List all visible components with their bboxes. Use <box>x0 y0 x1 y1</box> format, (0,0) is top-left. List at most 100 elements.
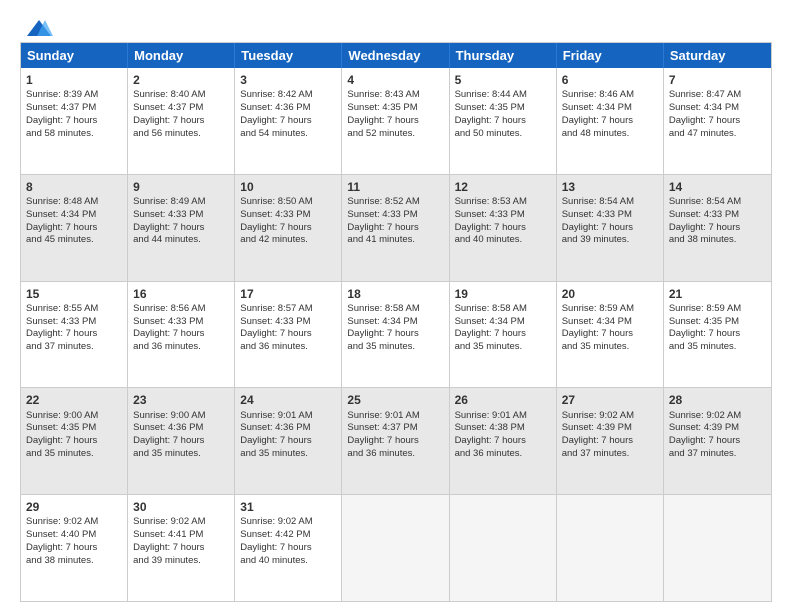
day-number: 21 <box>669 286 766 302</box>
day-info-line: Sunrise: 8:39 AM <box>26 89 122 102</box>
day-number: 6 <box>562 72 658 88</box>
day-info-line: Sunset: 4:34 PM <box>455 316 551 329</box>
day-info-line: Sunset: 4:34 PM <box>669 102 766 115</box>
day-info-line: Sunset: 4:41 PM <box>133 529 229 542</box>
day-info-line: and 39 minutes. <box>133 555 229 568</box>
day-number: 17 <box>240 286 336 302</box>
calendar-weekday-sunday: Sunday <box>21 43 128 68</box>
day-number: 26 <box>455 392 551 408</box>
day-info-line: Sunrise: 8:58 AM <box>455 303 551 316</box>
day-info-line: and 44 minutes. <box>133 234 229 247</box>
day-info-line: Sunset: 4:36 PM <box>240 422 336 435</box>
day-info-line: Sunset: 4:35 PM <box>26 422 122 435</box>
day-info-line: Daylight: 7 hours <box>133 542 229 555</box>
calendar-cell: 30Sunrise: 9:02 AMSunset: 4:41 PMDayligh… <box>128 495 235 601</box>
day-info-line: Daylight: 7 hours <box>562 222 658 235</box>
day-info-line: Sunset: 4:33 PM <box>562 209 658 222</box>
day-info-line: Sunset: 4:36 PM <box>133 422 229 435</box>
day-number: 11 <box>347 179 443 195</box>
day-info-line: Sunset: 4:33 PM <box>26 316 122 329</box>
day-info-line: Sunrise: 8:52 AM <box>347 196 443 209</box>
day-info-line: and 35 minutes. <box>240 448 336 461</box>
calendar-weekday-tuesday: Tuesday <box>235 43 342 68</box>
calendar-cell: 11Sunrise: 8:52 AMSunset: 4:33 PMDayligh… <box>342 175 449 281</box>
day-number: 4 <box>347 72 443 88</box>
day-info-line: Daylight: 7 hours <box>133 328 229 341</box>
day-number: 30 <box>133 499 229 515</box>
calendar-cell: 6Sunrise: 8:46 AMSunset: 4:34 PMDaylight… <box>557 68 664 174</box>
calendar-row-4: 22Sunrise: 9:00 AMSunset: 4:35 PMDayligh… <box>21 387 771 494</box>
day-info-line: Sunrise: 8:56 AM <box>133 303 229 316</box>
day-info-line: Sunrise: 9:01 AM <box>240 410 336 423</box>
day-info-line: Sunrise: 8:46 AM <box>562 89 658 102</box>
day-info-line: and 35 minutes. <box>26 448 122 461</box>
calendar-cell: 18Sunrise: 8:58 AMSunset: 4:34 PMDayligh… <box>342 282 449 388</box>
day-info-line: Sunrise: 8:53 AM <box>455 196 551 209</box>
day-info-line: Daylight: 7 hours <box>133 435 229 448</box>
day-info-line: Sunrise: 8:44 AM <box>455 89 551 102</box>
day-info-line: Sunrise: 8:47 AM <box>669 89 766 102</box>
day-info-line: Daylight: 7 hours <box>133 222 229 235</box>
calendar-weekday-wednesday: Wednesday <box>342 43 449 68</box>
calendar-weekday-saturday: Saturday <box>664 43 771 68</box>
calendar-cell <box>342 495 449 601</box>
day-info-line: Sunrise: 8:54 AM <box>562 196 658 209</box>
day-info-line: Sunrise: 8:48 AM <box>26 196 122 209</box>
day-info-line: Daylight: 7 hours <box>347 435 443 448</box>
calendar-cell: 3Sunrise: 8:42 AMSunset: 4:36 PMDaylight… <box>235 68 342 174</box>
day-info-line: Sunset: 4:35 PM <box>669 316 766 329</box>
day-info-line: Sunrise: 9:02 AM <box>669 410 766 423</box>
day-info-line: Sunrise: 8:49 AM <box>133 196 229 209</box>
day-info-line: Sunrise: 9:02 AM <box>240 516 336 529</box>
day-info-line: Sunset: 4:33 PM <box>133 209 229 222</box>
day-info-line: Daylight: 7 hours <box>669 328 766 341</box>
day-info-line: and 35 minutes. <box>133 448 229 461</box>
calendar-cell: 23Sunrise: 9:00 AMSunset: 4:36 PMDayligh… <box>128 388 235 494</box>
calendar-cell: 31Sunrise: 9:02 AMSunset: 4:42 PMDayligh… <box>235 495 342 601</box>
calendar: SundayMondayTuesdayWednesdayThursdayFrid… <box>20 42 772 602</box>
day-info-line: Sunrise: 8:50 AM <box>240 196 336 209</box>
day-info-line: Sunset: 4:38 PM <box>455 422 551 435</box>
calendar-cell: 7Sunrise: 8:47 AMSunset: 4:34 PMDaylight… <box>664 68 771 174</box>
day-info-line: and 52 minutes. <box>347 128 443 141</box>
day-number: 27 <box>562 392 658 408</box>
day-number: 31 <box>240 499 336 515</box>
day-info-line: and 40 minutes. <box>240 555 336 568</box>
logo <box>20 18 53 34</box>
day-number: 13 <box>562 179 658 195</box>
day-info-line: Daylight: 7 hours <box>347 328 443 341</box>
day-number: 14 <box>669 179 766 195</box>
day-info-line: and 42 minutes. <box>240 234 336 247</box>
day-info-line: Daylight: 7 hours <box>240 115 336 128</box>
day-info-line: Sunset: 4:35 PM <box>347 102 443 115</box>
calendar-cell: 9Sunrise: 8:49 AMSunset: 4:33 PMDaylight… <box>128 175 235 281</box>
day-number: 9 <box>133 179 229 195</box>
calendar-cell: 27Sunrise: 9:02 AMSunset: 4:39 PMDayligh… <box>557 388 664 494</box>
calendar-row-2: 8Sunrise: 8:48 AMSunset: 4:34 PMDaylight… <box>21 174 771 281</box>
day-number: 23 <box>133 392 229 408</box>
day-info-line: Daylight: 7 hours <box>347 115 443 128</box>
day-info-line: Sunrise: 8:59 AM <box>562 303 658 316</box>
day-info-line: Sunset: 4:33 PM <box>133 316 229 329</box>
day-info-line: and 37 minutes. <box>26 341 122 354</box>
day-info-line: Daylight: 7 hours <box>347 222 443 235</box>
header <box>20 18 772 34</box>
day-info-line: Daylight: 7 hours <box>669 115 766 128</box>
day-info-line: Sunset: 4:37 PM <box>347 422 443 435</box>
day-number: 25 <box>347 392 443 408</box>
day-info-line: Sunrise: 8:43 AM <box>347 89 443 102</box>
calendar-cell: 24Sunrise: 9:01 AMSunset: 4:36 PMDayligh… <box>235 388 342 494</box>
day-info-line: Sunrise: 8:40 AM <box>133 89 229 102</box>
logo-icon <box>25 18 53 38</box>
calendar-cell: 4Sunrise: 8:43 AMSunset: 4:35 PMDaylight… <box>342 68 449 174</box>
calendar-cell: 1Sunrise: 8:39 AMSunset: 4:37 PMDaylight… <box>21 68 128 174</box>
day-info-line: Daylight: 7 hours <box>240 222 336 235</box>
day-number: 12 <box>455 179 551 195</box>
day-info-line: Daylight: 7 hours <box>562 115 658 128</box>
day-info-line: Sunrise: 8:55 AM <box>26 303 122 316</box>
day-info-line: and 35 minutes. <box>669 341 766 354</box>
calendar-cell: 13Sunrise: 8:54 AMSunset: 4:33 PMDayligh… <box>557 175 664 281</box>
day-info-line: Sunset: 4:34 PM <box>347 316 443 329</box>
day-info-line: Sunset: 4:33 PM <box>455 209 551 222</box>
day-info-line: Sunrise: 9:00 AM <box>26 410 122 423</box>
